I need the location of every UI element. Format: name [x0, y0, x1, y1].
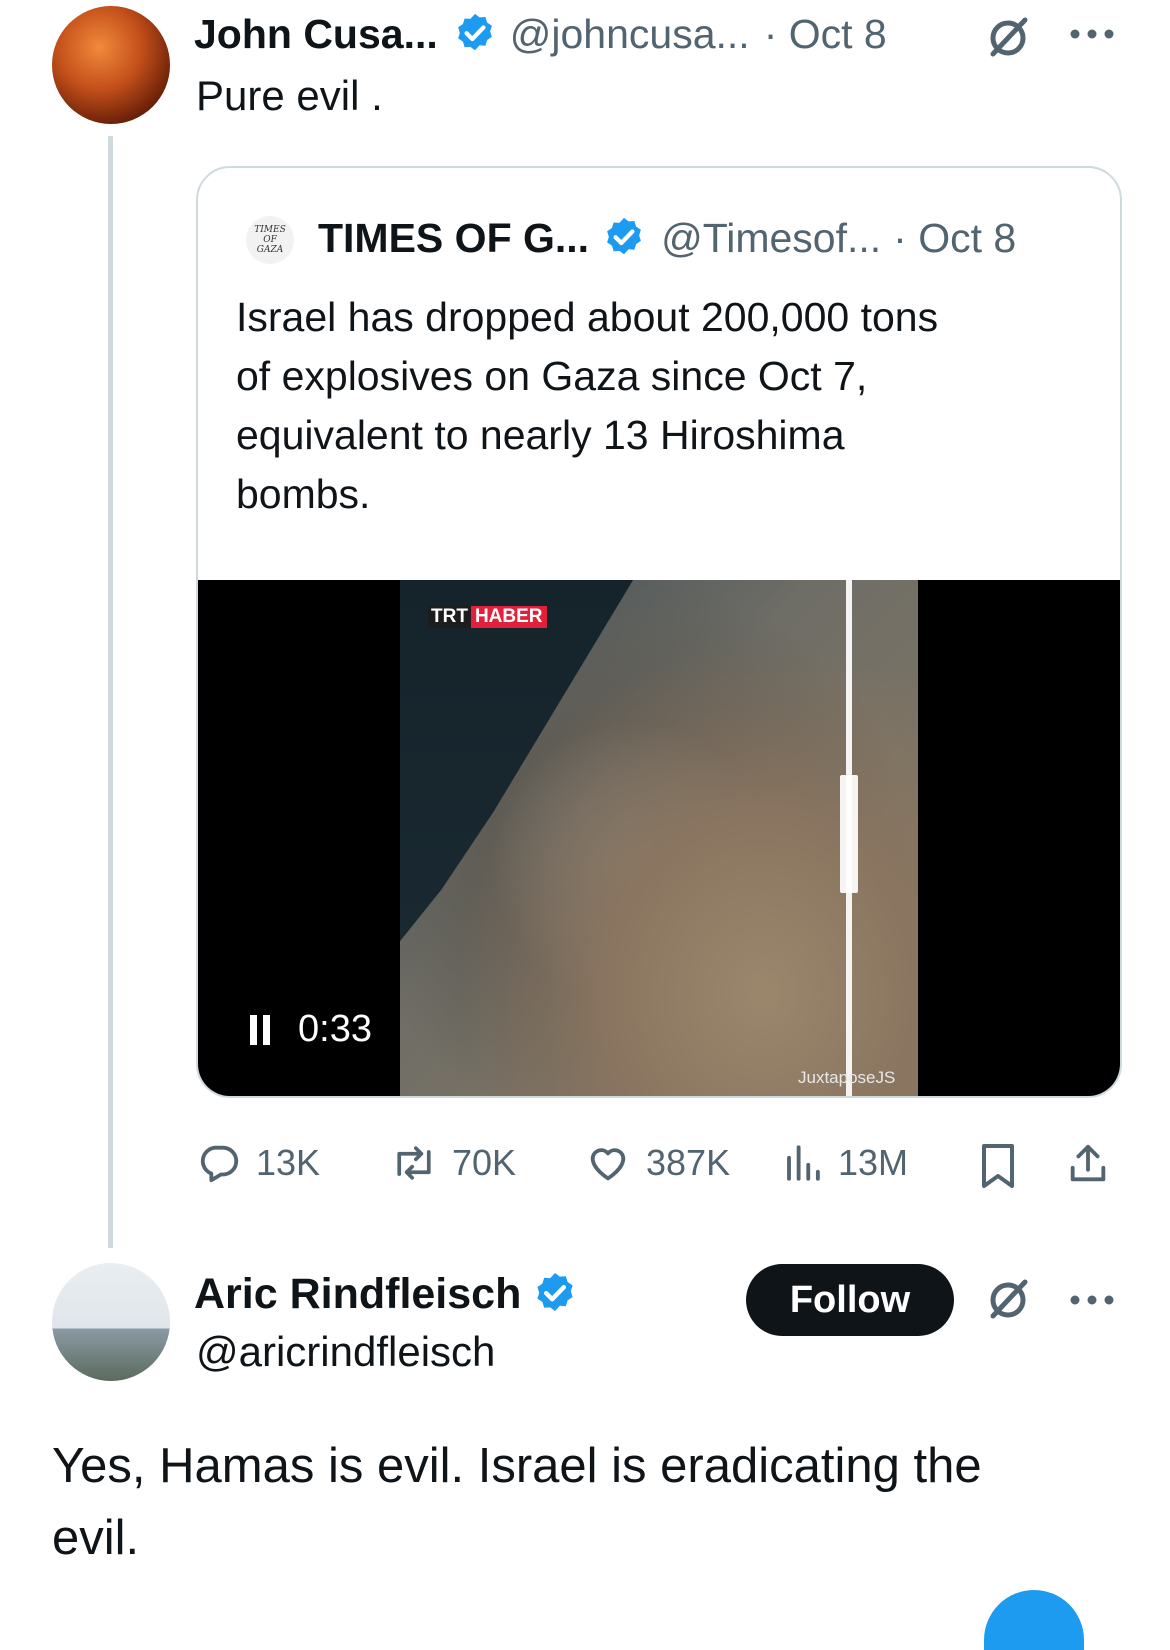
quote-text-line: of explosives on Gaza since Oct 7,: [236, 353, 868, 399]
channel-logo-part2: HABER: [470, 606, 547, 628]
more-icon[interactable]: [1066, 1280, 1118, 1320]
avatar-john[interactable]: [52, 6, 170, 124]
video-controls: 0:33: [250, 1008, 372, 1051]
tweet-text: Pure evil .: [196, 72, 383, 119]
repost-action[interactable]: 70K: [390, 1140, 516, 1186]
views-action[interactable]: 13M: [782, 1140, 908, 1186]
like-count: 387K: [646, 1142, 731, 1183]
pause-icon[interactable]: [250, 1014, 276, 1045]
reply-count: 13K: [256, 1142, 321, 1183]
grok-icon[interactable]: [982, 10, 1034, 62]
reply-author-name[interactable]: Aric Rindfleisch: [194, 1270, 521, 1319]
more-icon[interactable]: [1066, 14, 1118, 54]
reply-text-line: Yes, Hamas is evil. Israel is eradicatin…: [52, 1439, 982, 1493]
reply-header: Aric Rindfleisch: [194, 1266, 579, 1322]
channel-logo-part1: TRT: [428, 606, 471, 628]
avatar-aric[interactable]: [52, 1263, 170, 1381]
quote-author-name[interactable]: TIMES OF G...: [318, 215, 589, 262]
compose-fab[interactable]: [984, 1590, 1084, 1650]
share-icon[interactable]: [1062, 1138, 1114, 1190]
reply-icon: [200, 1145, 239, 1183]
reply-text-line: evil.: [52, 1511, 140, 1565]
tweet-date[interactable]: · Oct 8: [764, 11, 887, 58]
quote-text-line: equivalent to nearly 13 Hiroshima: [236, 412, 845, 458]
verified-badge-icon: [457, 13, 492, 51]
watermark-text: JuxtaposeJS: [798, 1068, 896, 1087]
quote-date[interactable]: · Oct 8: [893, 215, 1016, 262]
views-count: 13M: [838, 1142, 909, 1183]
like-icon: [590, 1148, 626, 1181]
follow-button[interactable]: Follow: [746, 1264, 954, 1336]
channel-logo: TRT HABER: [428, 606, 547, 628]
verified-badge-icon: [537, 1273, 573, 1311]
author-name[interactable]: John Cusa...: [194, 11, 438, 58]
repost-icon: [397, 1146, 431, 1180]
quoted-tweet[interactable]: TIMES OF GAZA TIMES OF G... @Timesof... …: [196, 166, 1122, 1098]
quote-avatar-logo: TIMES OF GAZA: [254, 225, 286, 255]
reply-author-handle[interactable]: @aricrindfleisch: [196, 1328, 495, 1376]
verified-badge-icon: [607, 217, 641, 255]
quote-header: TIMES OF G... @Timesof... · Oct 8: [318, 212, 1016, 264]
quote-text-line: Israel has dropped about 200,000 tons: [236, 294, 939, 340]
video-time: 0:33: [298, 1008, 372, 1050]
repost-count: 70K: [452, 1142, 517, 1183]
author-handle[interactable]: @johncusa...: [510, 11, 750, 58]
like-action[interactable]: 387K: [584, 1140, 730, 1186]
grok-icon[interactable]: [982, 1272, 1034, 1324]
quote-text-line: bombs.: [236, 471, 371, 517]
quote-author-handle[interactable]: @Timesof...: [661, 215, 881, 262]
comparison-handle[interactable]: [840, 775, 858, 893]
tweet-header: John Cusa... @johncusa... · Oct 8: [194, 8, 887, 60]
video-player[interactable]: TRT HABER JuxtaposeJS 0:33: [198, 580, 1120, 1096]
satellite-image: TRT HABER JuxtaposeJS: [400, 580, 918, 1096]
quote-text: Israel has dropped about 200,000 tons of…: [236, 288, 938, 524]
quote-avatar[interactable]: TIMES OF GAZA: [246, 216, 294, 264]
bookmark-icon[interactable]: [974, 1140, 1022, 1192]
reply-action[interactable]: 13K: [196, 1140, 320, 1186]
thread-line: [108, 136, 113, 1248]
reply-text: Yes, Hamas is evil. Israel is eradicatin…: [52, 1430, 982, 1574]
views-icon: [787, 1145, 820, 1181]
